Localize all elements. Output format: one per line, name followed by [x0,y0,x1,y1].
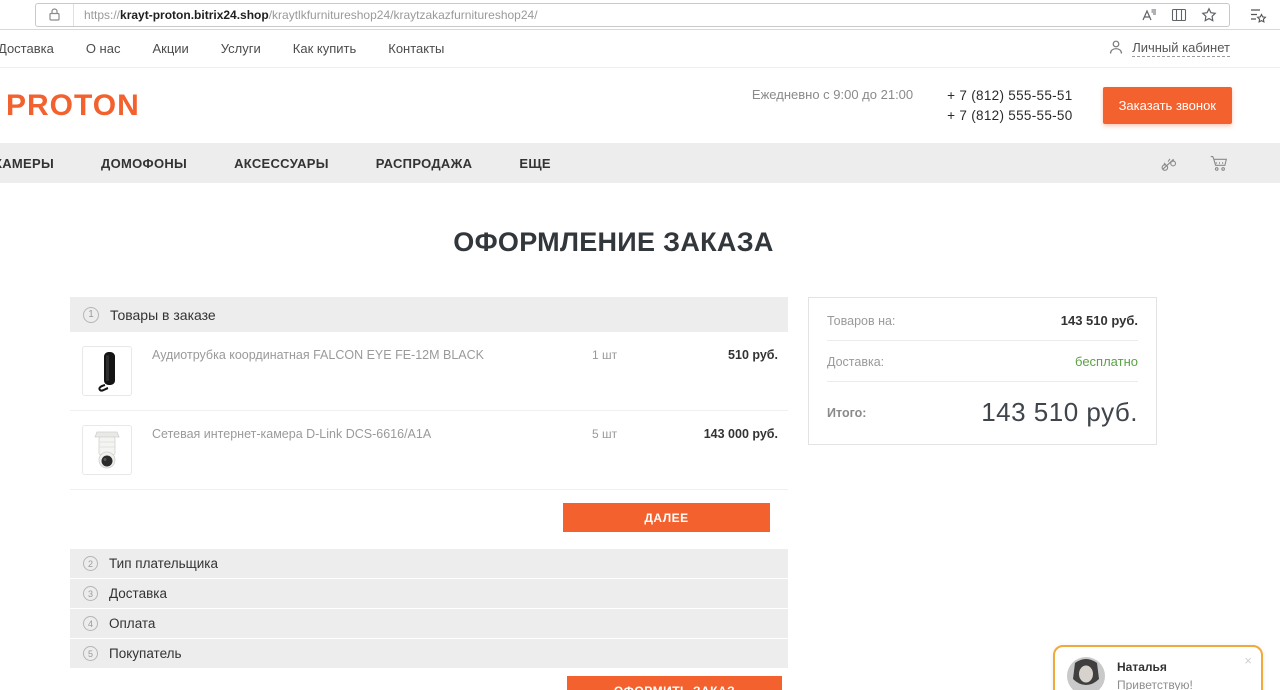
summary-delivery-value: бесплатно [1075,354,1138,369]
step-2-label: Тип плательщика [109,556,219,571]
summary-delivery-row: Доставка: бесплатно [827,341,1138,382]
product-name[interactable]: Аудиотрубка координатная FALCON EYE FE-1… [152,346,592,362]
product-row: Аудиотрубка координатная FALCON EYE FE-1… [70,332,788,411]
menu-item-delivery[interactable]: Доставка [0,41,54,56]
summary-products-value: 143 510 руб. [1060,313,1138,328]
browser-toolbar: https://krayt-proton.bitrix24.shop/krayt… [0,0,1280,30]
phone-number-1[interactable]: + 7 (812) 555-55-51 [947,86,1072,106]
product-name[interactable]: Сетевая интернет-камера D-Link DCS-6616/… [152,425,592,441]
product-price: 143 000 руб. [703,427,778,441]
checkout-page: ОФОРМЛЕНИЕ ЗАКАЗА 1 Товары в заказе Ауди… [70,227,1157,690]
step-1-header[interactable]: 1 Товары в заказе [70,297,788,332]
reader-mode-icon[interactable] [1171,7,1187,23]
summary-total-row: Итого: 143 510 руб. [827,382,1138,428]
step-2-payer-type[interactable]: 2 Тип плательщика [70,549,788,578]
translate-icon[interactable] [1141,7,1157,23]
compare-scales-icon[interactable] [1158,152,1180,174]
step-1-number: 1 [83,306,99,323]
step-1-label: Товары в заказе [110,306,216,323]
chat-agent-avatar [1067,657,1105,690]
product-image-handset [82,346,132,396]
step-2-number: 2 [83,556,98,571]
collections-icon[interactable] [1246,3,1270,27]
step-5-buyer[interactable]: 5 Покупатель [70,639,788,668]
request-call-button[interactable]: Заказать звонок [1102,87,1232,124]
main-nav: КАМЕРЫ ДОМОФОНЫ АКСЕССУАРЫ РАСПРОДАЖА ЕЩ… [0,143,1280,183]
cart-icon[interactable] [1208,152,1230,174]
chat-agent-name: Наталья [1117,660,1167,674]
chat-message: Приветствую! [1117,678,1193,690]
menu-item-promos[interactable]: Акции [152,41,188,56]
page-title: ОФОРМЛЕНИЕ ЗАКАЗА [453,227,774,257]
address-bar[interactable]: https://krayt-proton.bitrix24.shop/krayt… [35,2,1230,27]
product-quantity: 1 шт [592,348,618,362]
menu-item-contacts[interactable]: Контакты [388,41,444,56]
step-4-payment[interactable]: 4 Оплата [70,609,788,638]
lock-icon[interactable] [36,3,74,26]
summary-delivery-label: Доставка: [827,354,885,369]
phone-numbers: + 7 (812) 555-55-51 + 7 (812) 555-55-50 [947,86,1072,126]
site-header: PROTON Ежедневно с 9:00 до 21:00 + 7 (81… [0,68,1280,143]
chat-widget[interactable]: Наталья Приветствую! × [1053,645,1263,690]
phone-number-2[interactable]: + 7 (812) 555-55-50 [947,106,1072,126]
product-row: Сетевая интернет-камера D-Link DCS-6616/… [70,411,788,490]
order-summary: Товаров на: 143 510 руб. Доставка: беспл… [808,297,1157,445]
summary-total-label: Итого: [827,405,867,420]
order-footer: ДАЛЕЕ [70,490,788,548]
menu-item-about[interactable]: О нас [86,41,121,56]
step-4-label: Оплата [109,616,156,631]
nav-item-cameras[interactable]: КАМЕРЫ [0,156,54,171]
summary-products-row: Товаров на: 143 510 руб. [827,300,1138,341]
step-3-number: 3 [83,586,98,601]
nav-item-sale[interactable]: РАСПРОДАЖА [376,156,473,171]
bookmark-star-icon[interactable] [1201,6,1217,23]
chat-close-icon[interactable]: × [1244,653,1252,668]
account-link[interactable]: Личный кабинет [1132,40,1230,57]
url-domain: krayt-proton.bitrix24.shop [120,7,269,22]
step-4-number: 4 [83,616,98,631]
url-path: /kraytlkfurnitureshop24/kraytzakazfurnit… [268,7,538,22]
nav-item-intercoms[interactable]: ДОМОФОНЫ [101,156,187,171]
step-5-label: Покупатель [109,646,182,661]
summary-products-label: Товаров на: [827,313,896,328]
summary-total-value: 143 510 руб. [981,397,1138,427]
step-5-number: 5 [83,646,98,661]
place-order-button[interactable]: ОФОРМИТЬ ЗАКАЗ [567,676,782,690]
next-step-button[interactable]: ДАЛЕЕ [563,503,770,532]
working-hours: Ежедневно с 9:00 до 21:00 [751,87,914,102]
step-3-delivery[interactable]: 3 Доставка [70,579,788,608]
order-column: 1 Товары в заказе Аудиотрубка координатн… [70,297,788,690]
chat-text: Наталья Приветствую! [1117,657,1193,690]
account-area[interactable]: Личный кабинет [1108,39,1230,58]
nav-item-more[interactable]: ЕЩЕ [519,156,551,171]
user-icon [1108,39,1124,58]
product-image-camera [82,425,132,475]
utility-menu: Доставка О нас Акции Услуги Как купить К… [0,30,1280,68]
product-price: 510 руб. [728,348,778,362]
url-text[interactable]: https://krayt-proton.bitrix24.shop/krayt… [74,8,1129,22]
nav-item-accessories[interactable]: АКСЕССУАРЫ [234,156,329,171]
product-quantity: 5 шт [592,427,618,441]
site-logo[interactable]: PROTON [6,89,140,123]
step-3-label: Доставка [109,586,167,601]
menu-item-how-to-buy[interactable]: Как купить [293,41,356,56]
menu-item-services[interactable]: Услуги [221,41,261,56]
url-protocol: https:// [84,7,121,22]
summary-column: Товаров на: 143 510 руб. Доставка: беспл… [808,297,1157,445]
